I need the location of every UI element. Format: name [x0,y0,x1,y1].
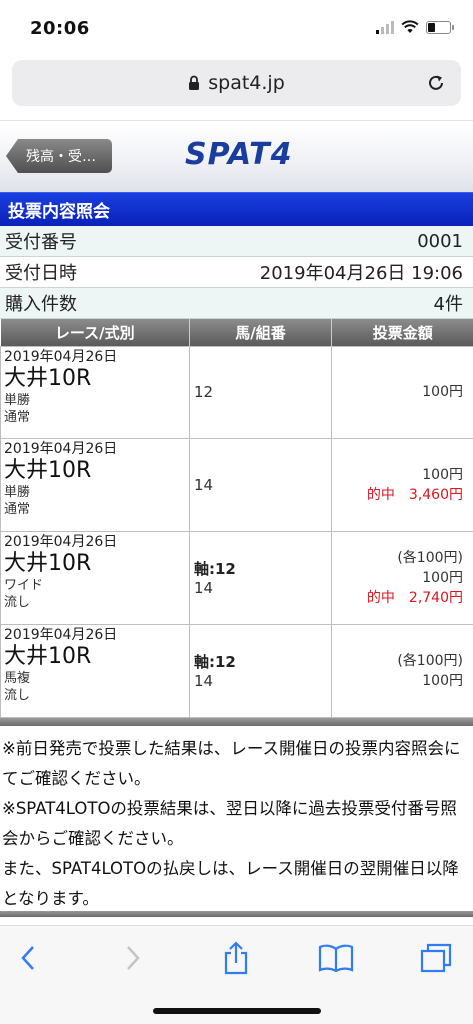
bookmarks-button[interactable] [316,938,356,978]
back-button[interactable]: 残高・受… [6,139,112,173]
back-nav-button[interactable] [8,938,48,978]
horse-numbers: 12 [194,383,214,401]
chevron-right-icon [127,946,140,970]
info-label: 受付日時 [5,263,77,284]
amount-cell: (各100円) 100円 [331,623,473,718]
horse-numbers: 14 [194,672,214,690]
info-label: 購入件数 [5,294,77,315]
note-text: ※SPAT4LOTOの投票結果は、翌日以降に過去投票受付番号照会からご確認くださ… [2,798,457,848]
status-icons [376,20,454,34]
bet-table: レース/式別 馬/組番 投票金額 2019年04月26日 大井10R 単勝 通常… [0,319,473,718]
bet-amount: 100円 [422,672,463,689]
race-name: 大井10R [4,365,92,391]
table-row: 2019年04月26日 大井10R 単勝 通常 14 100円 的中 3,460… [0,437,473,532]
race-cell: 2019年04月26日 大井10R 単勝 通常 [0,437,190,532]
bet-type: 単勝 [4,484,31,500]
cellular-signal-icon [376,20,394,34]
note-text: ※前日発売で投票した結果は、レース開催日の投票内容照会にてご確認ください。 [2,738,461,788]
header-race-type: レース/式別 [0,319,190,346]
share-icon [224,941,248,975]
race-name: 大井10R [4,550,92,576]
bet-method: 通常 [4,501,31,517]
bet-type: 単勝 [4,392,31,408]
bet-method: 流し [4,594,31,610]
bet-type: 馬複 [4,670,31,686]
battery-icon [426,20,454,34]
status-bar: 20:06 [0,0,473,58]
combination-cell: 14 [189,437,332,532]
section-title: 投票内容照会 [0,192,473,226]
chevron-left-icon [21,946,34,970]
table-row: 2019年04月26日 大井10R 単勝 通常 12 100円 [0,345,473,439]
horse-numbers: 14 [194,579,214,597]
axis-horse: 軸:12 [194,653,236,671]
table-row: 2019年04月26日 大井10R ワイド 流し 軸:12 14 (各100円)… [0,530,473,625]
spat4-logo: SPAT4 [185,137,293,172]
race-name: 大井10R [4,457,92,483]
race-date: 2019年04月26日 [4,626,118,643]
race-cell: 2019年04月26日 大井10R 単勝 通常 [0,345,190,439]
race-name: 大井10R [4,643,92,669]
notes: ※前日発売で投票した結果は、レース開催日の投票内容照会にてご確認ください。 ※S… [0,726,473,914]
bet-amount: 100円 [422,569,463,586]
bet-amount: 100円 [422,384,463,400]
header-bet-amount: 投票金額 [331,319,473,346]
info-value: 2019年04月26日 19:06 [259,263,463,284]
info-value: 4件 [433,294,463,315]
tabs-button[interactable] [416,938,456,978]
info-row-receipt-datetime: 受付日時 2019年04月26日 19:06 [0,257,473,288]
race-date: 2019年04月26日 [4,440,118,457]
lock-icon [189,75,200,90]
race-cell: 2019年04月26日 大井10R 馬複 流し [0,623,190,718]
race-cell: 2019年04月26日 大井10R ワイド 流し [0,530,190,625]
site-header: 残高・受… SPAT4 [0,120,473,192]
axis-horse: 軸:12 [194,560,236,578]
race-date: 2019年04月26日 [4,533,118,550]
race-date: 2019年04月26日 [4,348,118,365]
url-text: spat4.jp [208,72,285,94]
bet-method: 通常 [4,409,31,425]
table-header: レース/式別 馬/組番 投票金額 [0,319,473,346]
info-row-receipt-number: 受付番号 0001 [0,226,473,257]
divider [0,911,473,917]
share-button[interactable] [216,938,256,978]
info-row-purchase-count: 購入件数 4件 [0,288,473,319]
divider [0,717,473,726]
info-label: 受付番号 [5,232,77,253]
info-value: 0001 [417,230,463,252]
amount-cell: 100円 [331,345,473,439]
combination-cell: 軸:12 14 [189,530,332,625]
amount-cell: 100円 的中 3,460円 [331,437,473,532]
address-bar[interactable]: spat4.jp [12,60,461,106]
forward-nav-button[interactable] [113,938,153,978]
book-icon [318,944,354,973]
bet-type: ワイド [4,577,44,593]
home-indicator[interactable] [153,1008,321,1014]
combination-cell: 12 [189,345,332,439]
payout-hit: 的中 2,740円 [366,589,463,606]
table-row: 2019年04月26日 大井10R 馬複 流し 軸:12 14 (各100円) … [0,623,473,718]
amount-cell: (各100円) 100円 的中 2,740円 [331,530,473,625]
each-amount: (各100円) [397,652,463,669]
wifi-icon [401,20,419,33]
combination-cell: 軸:12 14 [189,623,332,718]
tabs-icon [420,943,452,973]
each-amount: (各100円) [397,549,463,566]
status-time: 20:06 [30,18,90,39]
note-text: また、SPAT4LOTOの払戻しは、レース開催日の翌開催日以降となります。 [2,858,459,908]
horse-numbers: 14 [194,475,214,494]
header-horse-combination: 馬/組番 [189,319,332,346]
bet-amount: 100円 [422,466,463,483]
payout-hit: 的中 3,460円 [366,486,463,503]
reload-icon[interactable] [425,72,447,94]
bet-method: 流し [4,687,31,703]
